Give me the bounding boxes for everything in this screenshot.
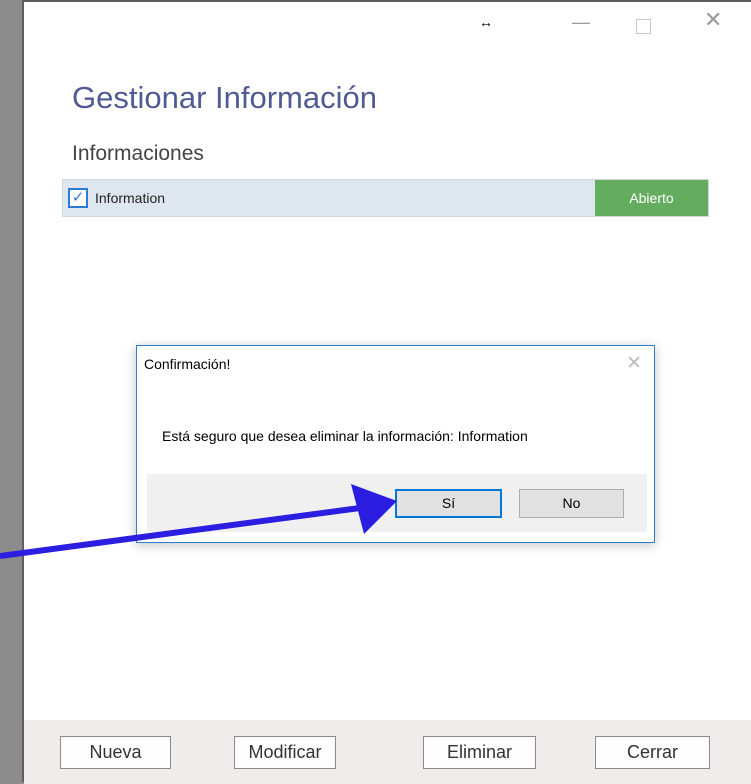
delete-button[interactable]: Eliminar <box>423 736 536 769</box>
dialog-close-icon[interactable]: ✕ <box>626 352 642 375</box>
window-close-button[interactable]: ✕ <box>704 9 722 31</box>
item-checkbox[interactable]: ✓ <box>68 188 88 208</box>
resize-icon[interactable]: ↔ <box>479 14 493 30</box>
list-item[interactable]: ✓ Information Abierto <box>62 179 709 217</box>
edit-button[interactable]: Modificar <box>234 736 336 769</box>
yes-button[interactable]: Sí <box>395 489 502 518</box>
no-button[interactable]: No <box>519 489 624 518</box>
dialog-message: Está seguro que desea eliminar la inform… <box>162 428 528 444</box>
minimize-button[interactable]: — <box>572 12 590 32</box>
confirm-dialog: Confirmación! ✕ Está seguro que desea el… <box>136 345 655 543</box>
item-label: Information <box>95 190 166 206</box>
new-button[interactable]: Nueva <box>60 736 171 769</box>
footer-toolbar: Nueva Modificar Eliminar Cerrar <box>24 720 751 784</box>
close-button[interactable]: Cerrar <box>595 736 710 769</box>
section-title: Informaciones <box>72 142 204 165</box>
dialog-title: Confirmación! <box>144 356 231 372</box>
maximize-button[interactable] <box>636 19 651 34</box>
page-title: Gestionar Información <box>72 80 377 115</box>
status-badge: Abierto <box>595 180 708 216</box>
dialog-button-bar: Sí No <box>147 474 647 532</box>
